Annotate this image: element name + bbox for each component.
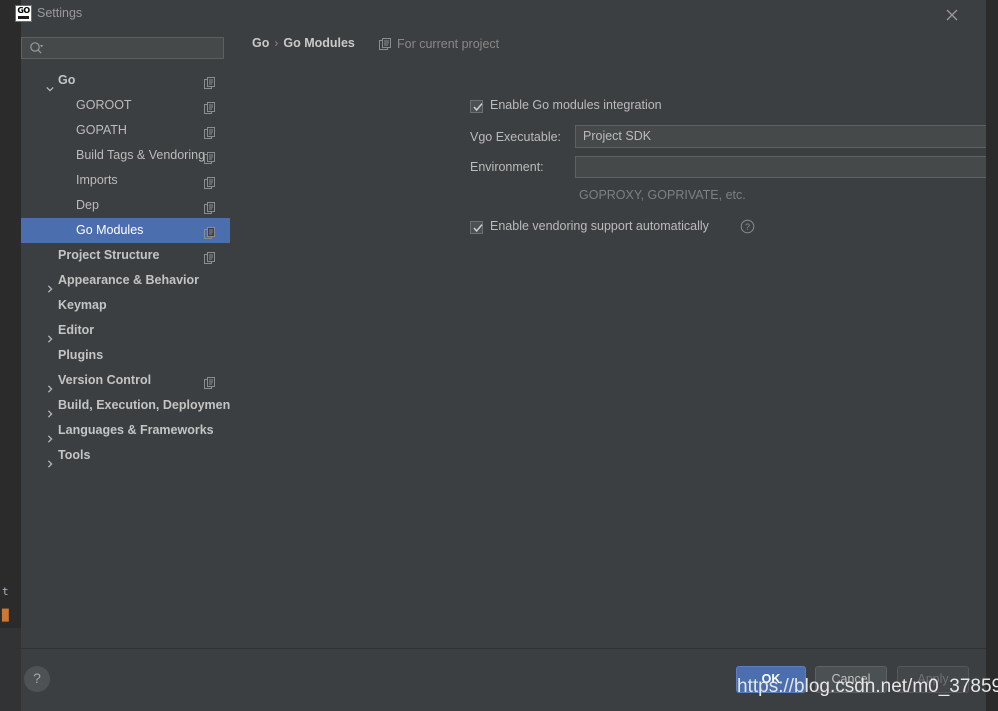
close-icon[interactable]	[930, 0, 974, 28]
breadcrumb-separator: ›	[274, 36, 279, 50]
cancel-button[interactable]: Cancel	[815, 666, 887, 693]
checkmark-icon	[473, 103, 483, 112]
breadcrumb-root[interactable]: Go	[252, 36, 269, 50]
ok-button[interactable]: OK	[736, 666, 806, 693]
sidebar-item-gopath[interactable]: GOPATH	[21, 118, 230, 143]
sidebar-item-version-control[interactable]: Version Control	[21, 368, 230, 393]
sidebar-item-imports[interactable]: Imports	[21, 168, 230, 193]
close-icon-glyph	[946, 9, 958, 21]
question-circle-icon[interactable]: ?	[740, 219, 755, 237]
breadcrumb: Go › Go Modules	[252, 36, 355, 54]
environment-hint: GOPROXY, GOPRIVATE, etc.	[579, 188, 746, 202]
sidebar-item-label: Go	[58, 73, 76, 87]
sidebar-item-goroot[interactable]: GOROOT	[21, 93, 230, 118]
sidebar-item-keymap[interactable]: Keymap	[21, 293, 230, 318]
sidebar-item-label: Plugins	[58, 348, 104, 362]
enable-vendoring-checkbox[interactable]	[470, 221, 483, 234]
sidebar-item-label: Editor	[58, 323, 95, 337]
sidebar-item-languages-frameworks[interactable]: Languages & Frameworks	[21, 418, 230, 443]
help-button-label: ?	[33, 670, 41, 686]
background-editor-sliver: t█_18	[0, 0, 22, 711]
goland-icon-bar	[18, 16, 29, 19]
sidebar-item-appearance-behavior[interactable]: Appearance & Behavior	[21, 268, 230, 293]
search-box	[21, 37, 224, 59]
sidebar-item-label: Tools	[58, 448, 91, 462]
sidebar-item-label: Build, Execution, Deployment	[58, 398, 235, 412]
desktop-background-right	[986, 0, 998, 711]
settings-tree: Go GOROOT GOPATH Build Tags & Vendoring Impo…	[21, 68, 234, 468]
settings-main-panel: Go › Go Modules For current project Enable…	[230, 28, 998, 648]
sidebar-item-label: Dep	[76, 198, 99, 212]
vgo-executable-value: Project SDK	[583, 129, 652, 143]
sidebar-item-label: Appearance & Behavior	[58, 273, 200, 287]
sidebar-item-label: Imports	[76, 173, 118, 187]
sidebar-item-project-structure[interactable]: Project Structure	[21, 243, 230, 268]
settings-dialog: GO Settings Go GOROOT GOPATH Build Tags & V…	[15, 0, 998, 711]
help-button[interactable]: ?	[24, 666, 50, 692]
copy-scope-icon	[379, 38, 392, 54]
window-title: Settings	[37, 6, 83, 20]
sidebar-item-plugins[interactable]: Plugins	[21, 343, 230, 368]
dialog-titlebar: GO Settings	[15, 0, 986, 28]
enable-go-modules-label: Enable Go modules integration	[490, 98, 662, 112]
sidebar-item-label: GOROOT	[76, 98, 132, 112]
goland-icon-text: GO	[17, 6, 30, 15]
sidebar-item-label: Go Modules	[76, 223, 144, 237]
dialog-bottom-bar: ? OK Cancel Apply	[21, 649, 986, 711]
vgo-executable-label: Vgo Executable:	[470, 130, 562, 144]
scope-note: For current project	[379, 37, 500, 51]
environment-input[interactable]	[575, 156, 998, 178]
settings-sidebar: Go GOROOT GOPATH Build Tags & Vendoring Impo…	[21, 28, 234, 648]
sidebar-item-dep[interactable]: Dep	[21, 193, 230, 218]
sidebar-item-label: Project Structure	[58, 248, 160, 262]
sidebar-item-label: Build Tags & Vendoring	[76, 148, 206, 162]
sidebar-item-build-tags-vendoring[interactable]: Build Tags & Vendoring	[21, 143, 230, 168]
enable-go-modules-checkbox[interactable]	[470, 100, 483, 113]
sidebar-item-label: Version Control	[58, 373, 152, 387]
enable-vendoring-label: Enable vendoring support automatically	[490, 219, 709, 233]
sidebar-item-editor[interactable]: Editor	[21, 318, 230, 343]
sidebar-item-go-modules[interactable]: Go Modules	[21, 218, 230, 243]
goland-icon: GO	[15, 5, 32, 22]
environment-label: Environment:	[470, 160, 544, 174]
sidebar-item-label: GOPATH	[76, 123, 127, 137]
chevron-right-icon[interactable]	[46, 452, 54, 477]
scope-note-label: For current project	[397, 37, 500, 51]
vgo-executable-combobox[interactable]: Project SDK 1.12.17	[575, 125, 998, 148]
background-tool-window	[0, 628, 22, 711]
sidebar-item-build-execution-deployment[interactable]: Build, Execution, Deployment	[21, 393, 234, 418]
breadcrumb-current: Go Modules	[283, 36, 355, 50]
sidebar-item-label: Keymap	[58, 298, 107, 312]
sidebar-item-go[interactable]: Go	[21, 68, 230, 93]
search-input[interactable]	[21, 37, 224, 59]
svg-text:?: ?	[745, 222, 750, 232]
sidebar-item-label: Languages & Frameworks	[58, 423, 214, 437]
checkmark-icon	[473, 224, 483, 233]
background-code-fragment: t	[2, 585, 9, 598]
background-code-fragment: █	[2, 609, 9, 622]
apply-button: Apply	[897, 666, 969, 693]
sidebar-item-tools[interactable]: Tools	[21, 443, 230, 468]
